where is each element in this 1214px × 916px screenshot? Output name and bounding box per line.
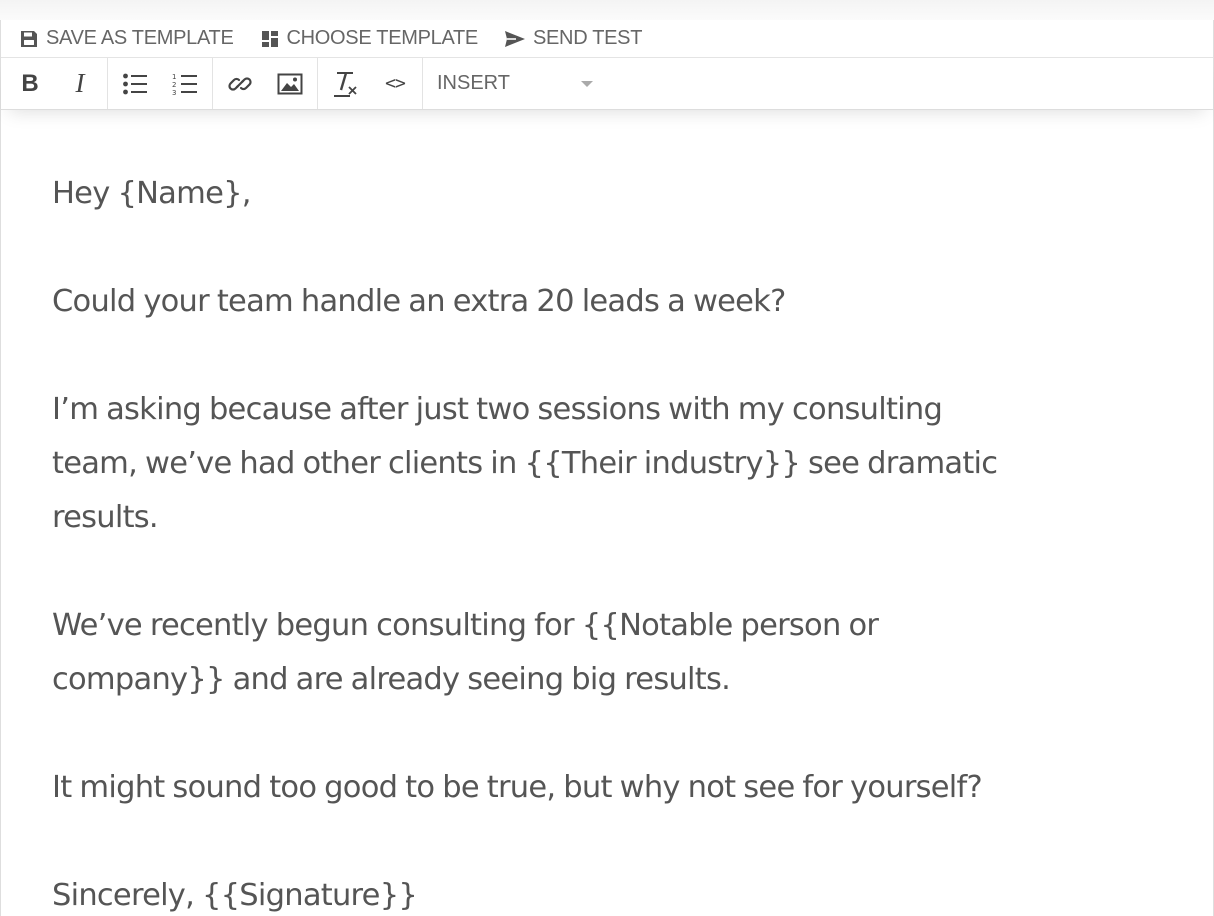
insert-dropdown-label: INSERT	[437, 72, 510, 94]
top-fade	[0, 0, 1214, 20]
body-line: It might sound too good to be true, but …	[52, 770, 983, 805]
send-test-label: SEND TEST	[532, 27, 643, 49]
save-as-template-label: SAVE AS TEMPLATE	[46, 27, 234, 49]
body-line: team, we’ve had other clients in {{Their…	[52, 446, 998, 481]
choose-template-button[interactable]: CHOOSE TEMPLATE	[260, 24, 478, 54]
template-action-bar: SAVE AS TEMPLATE CHOOSE TEMPLATE SEND TE…	[1, 20, 1213, 58]
email-body-editor[interactable]: Hey {Name}, Could your team handle an ex…	[1, 110, 1213, 916]
svg-text:1: 1	[172, 73, 176, 81]
svg-text:3: 3	[172, 89, 176, 96]
chevron-down-icon	[581, 80, 593, 87]
save-as-template-button[interactable]: SAVE AS TEMPLATE	[19, 24, 234, 54]
body-line: We’ve recently begun consulting for {{No…	[52, 608, 879, 643]
body-line: I’m asking because after just two sessio…	[52, 392, 943, 427]
insert-dropdown[interactable]: INSERT	[423, 58, 613, 109]
body-line: Could your team handle an extra 20 leads…	[52, 284, 786, 319]
email-editor-page: SAVE AS TEMPLATE CHOOSE TEMPLATE SEND TE…	[0, 0, 1214, 916]
send-icon	[504, 30, 525, 47]
svg-text:2: 2	[172, 81, 176, 89]
formatting-toolbar: B I 1 2 3 <> INSERT	[1, 58, 1213, 110]
greeting-line: Hey {Name},	[52, 176, 251, 211]
italic-icon: I	[75, 68, 85, 98]
send-test-button[interactable]: SEND TEST	[504, 24, 642, 54]
insert-media-group	[213, 58, 318, 109]
code-icon: <>	[385, 73, 406, 94]
body-line: company}} and are already seeing big res…	[52, 662, 731, 697]
image-button[interactable]	[265, 62, 315, 106]
floppy-disk-icon	[21, 30, 37, 47]
link-icon	[228, 76, 252, 91]
choose-template-label: CHOOSE TEMPLATE	[286, 27, 479, 49]
italic-button[interactable]: I	[55, 62, 105, 106]
bullet-list-button[interactable]	[110, 62, 160, 106]
numbered-list-button[interactable]: 1 2 3	[160, 62, 210, 106]
list-group: 1 2 3	[108, 58, 213, 109]
image-icon	[277, 73, 303, 94]
dashboard-icon	[261, 30, 278, 47]
code-view-button[interactable]: <>	[370, 62, 420, 106]
bullet-list-icon	[123, 73, 147, 94]
signature-line: Sincerely, {{Signature}}	[52, 878, 418, 913]
bold-icon: B	[21, 69, 39, 97]
text-style-group: B I	[1, 58, 108, 109]
link-button[interactable]	[215, 62, 265, 106]
bold-button[interactable]: B	[5, 62, 55, 106]
numbered-list-icon: 1 2 3	[172, 73, 197, 96]
utility-group: <>	[318, 58, 423, 109]
clear-format-button[interactable]	[320, 62, 370, 106]
editor-frame: SAVE AS TEMPLATE CHOOSE TEMPLATE SEND TE…	[0, 20, 1214, 916]
clear-format-icon	[334, 71, 357, 97]
body-line: results.	[52, 500, 159, 535]
